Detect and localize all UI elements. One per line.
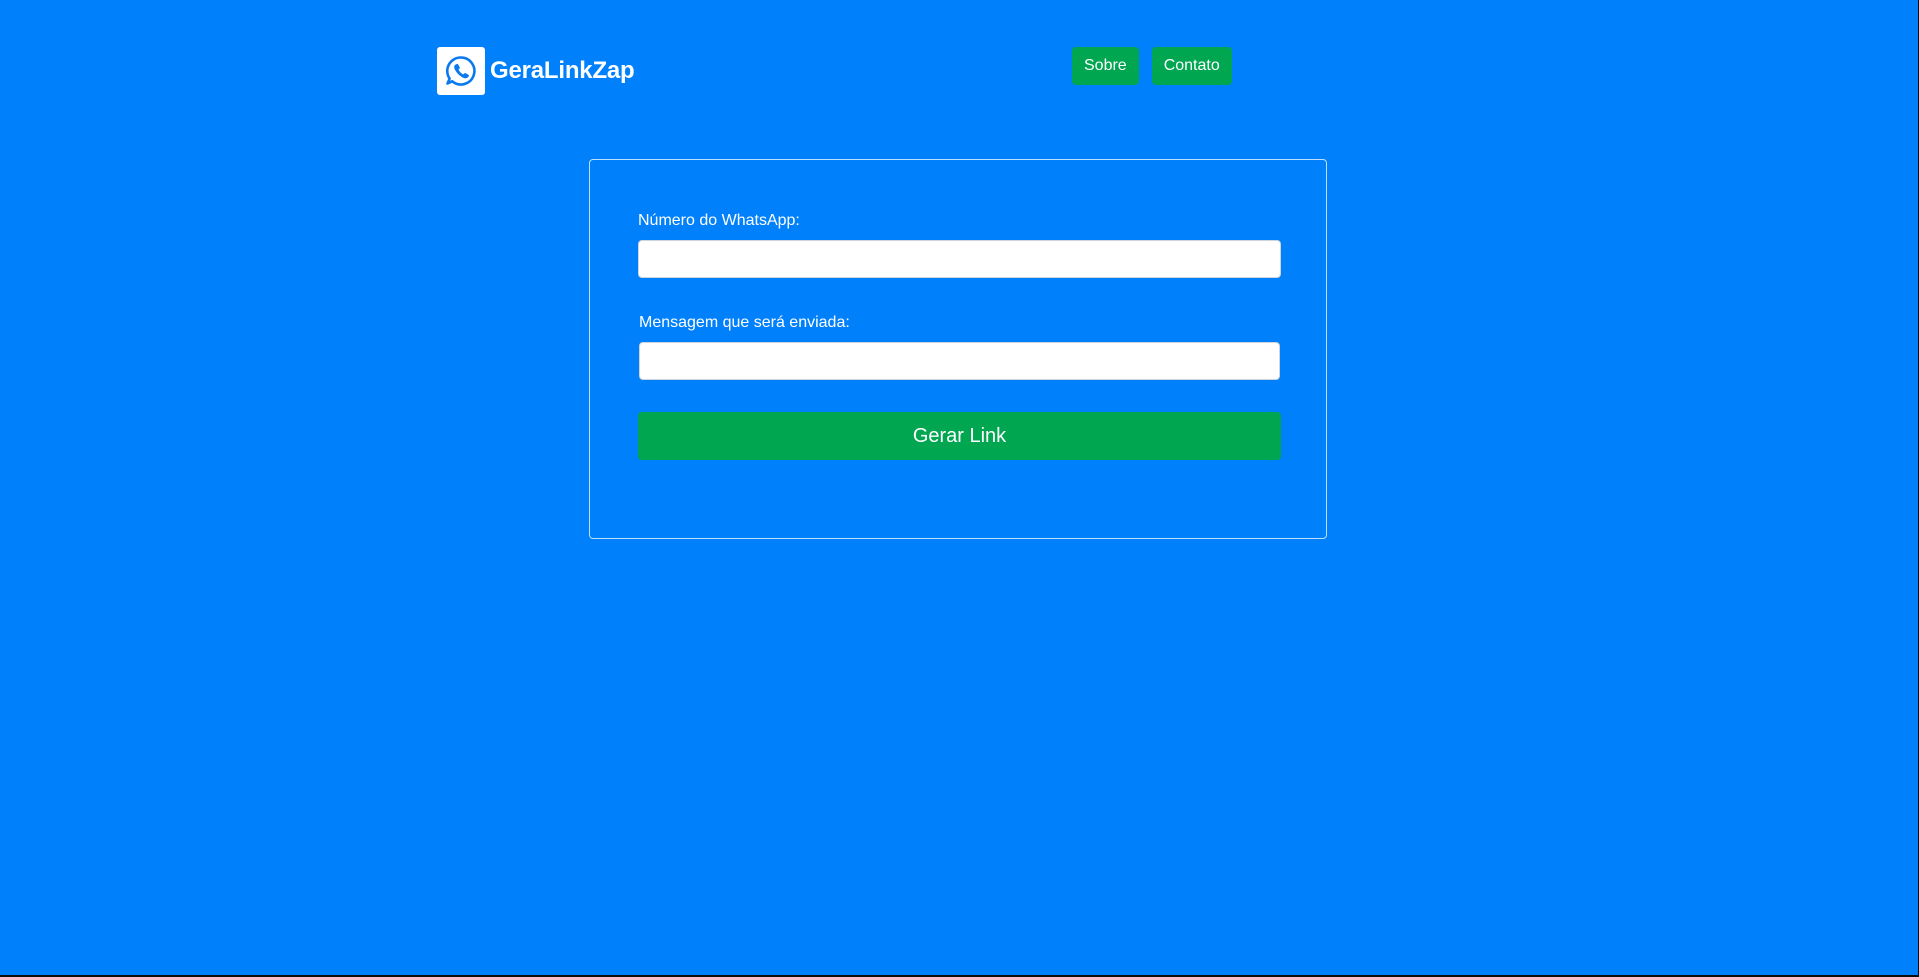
whatsapp-icon bbox=[445, 56, 476, 86]
top-nav: Sobre Contato bbox=[1072, 47, 1232, 85]
brand[interactable]: GeraLinkZap bbox=[437, 47, 635, 95]
link-generator-form: Número do WhatsApp: Mensagem que será en… bbox=[589, 159, 1327, 539]
about-button[interactable]: Sobre bbox=[1072, 47, 1139, 85]
message-label: Mensagem que será enviada: bbox=[639, 314, 850, 331]
phone-input[interactable] bbox=[638, 240, 1281, 278]
brand-name: GeraLinkZap bbox=[490, 57, 635, 84]
logo bbox=[437, 47, 485, 95]
page: GeraLinkZap Sobre Contato Número do What… bbox=[0, 0, 1919, 977]
phone-label: Número do WhatsApp: bbox=[638, 212, 800, 229]
generate-link-button[interactable]: Gerar Link bbox=[638, 412, 1281, 460]
message-input[interactable] bbox=[639, 342, 1280, 380]
contact-button[interactable]: Contato bbox=[1151, 47, 1232, 85]
